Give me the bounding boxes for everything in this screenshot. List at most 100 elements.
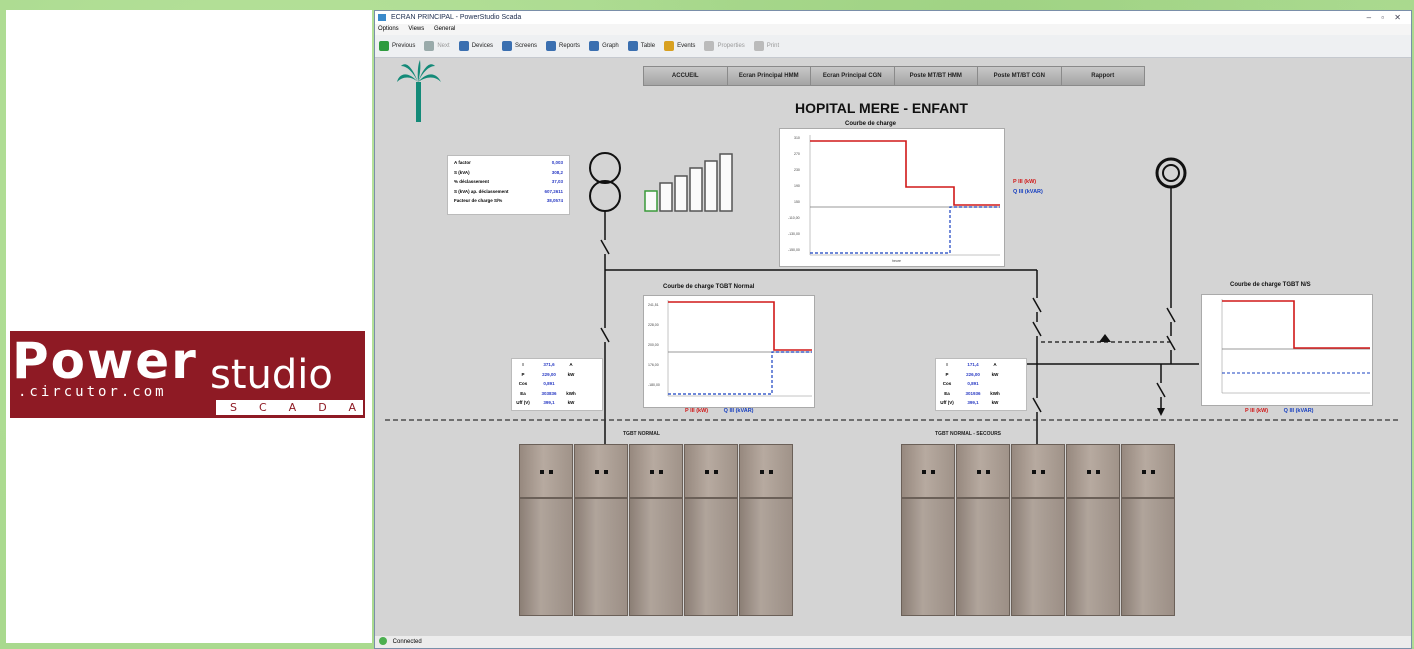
svg-text:228,00: 228,00: [648, 323, 659, 327]
indicator-light: [769, 470, 773, 474]
window-controls[interactable]: – ▫ ✕: [1367, 11, 1405, 24]
main-chart-legend: P III (kW) Q III (kVAR): [1013, 177, 1043, 197]
svg-text:230: 230: [794, 168, 800, 172]
menu-views[interactable]: Views: [408, 26, 424, 32]
generator-icon: [1155, 157, 1187, 218]
indicator-light: [986, 470, 990, 474]
meter-value: 301936: [965, 390, 981, 396]
back-arrow-icon: [379, 41, 389, 51]
events-button[interactable]: Events: [664, 41, 695, 51]
indicator-light: [760, 470, 764, 474]
meter-unit: [564, 379, 578, 389]
switchgear-cabinet: [519, 444, 573, 616]
cabinet-top: [957, 445, 1009, 499]
meter-row: P 229,00 kW: [512, 370, 602, 380]
meter-label: P: [945, 371, 949, 377]
toolbar-label: Screens: [515, 43, 538, 49]
print-button[interactable]: Print: [753, 41, 779, 51]
logo-url-text: .circutor.com: [18, 384, 167, 400]
next-button[interactable]: Next: [424, 41, 450, 51]
status-text: Connected: [392, 639, 422, 645]
switchgear-cabinet: [684, 444, 738, 616]
indicator-light: [604, 470, 608, 474]
events-icon: [664, 41, 675, 51]
main-load-chart: 310 270 230 190 150 -110,00 -130,00 -150…: [779, 128, 1005, 267]
indicator-light: [659, 470, 663, 474]
graph-button[interactable]: Graph: [589, 41, 619, 51]
properties-icon: [704, 41, 715, 51]
meter-value: 371,6: [543, 362, 555, 367]
indicator-light: [922, 470, 926, 474]
svg-text:heure: heure: [892, 259, 901, 263]
menu-options[interactable]: Options: [378, 26, 399, 32]
devices-button[interactable]: Devices: [458, 41, 494, 51]
table-button[interactable]: Table: [627, 41, 656, 51]
switchgear-cabinet: [1121, 444, 1175, 616]
toolbar-label: Graph: [602, 43, 619, 49]
cabinet-label-normal: TGBT NORMAL: [623, 431, 660, 437]
meter-row: Uff (V) 399,1 kW: [512, 398, 602, 408]
meter-unit: kW: [991, 400, 999, 405]
meter-unit: [988, 379, 1002, 389]
meter-label: Ea: [944, 390, 950, 396]
reports-button[interactable]: Reports: [546, 41, 580, 51]
ns-chart-plot: [1221, 299, 1370, 394]
cabinet-top: [630, 445, 682, 499]
meter-value: 171,4: [967, 362, 979, 367]
indicator-light: [714, 470, 718, 474]
toolbar-label: Reports: [559, 43, 581, 49]
menu-general[interactable]: General: [434, 26, 455, 32]
main-load-chart-plot: 310 270 230 190 150 -110,00 -130,00 -150…: [788, 135, 1000, 263]
ns-chart-title: Courbe de charge TGBT N/S: [1230, 282, 1311, 288]
graph-icon: [589, 41, 600, 51]
svg-text:150: 150: [794, 200, 800, 204]
screens-button[interactable]: Screens: [502, 41, 537, 51]
svg-text:270: 270: [794, 152, 800, 156]
meter-unit: kWh: [566, 390, 576, 396]
meter-label: P: [521, 371, 525, 377]
toolbar-label: Table: [640, 43, 656, 49]
toolbar-label: Properties: [717, 43, 745, 49]
indicator-light: [540, 470, 544, 474]
cabinet-top: [740, 445, 792, 499]
normal-chart-q-series: [668, 351, 812, 395]
meter-label: I: [522, 362, 524, 367]
meter-row: Ea 303836 kWh: [512, 389, 602, 399]
toolbar: Previous Next Devices Screens Reports Graph Ta…: [375, 35, 1411, 58]
svg-text:190: 190: [794, 184, 800, 188]
toolbar-label: Devices: [471, 43, 494, 49]
meter-row: I 371,6 A: [512, 360, 602, 370]
normal-chart-plot: 241,51 228,00 200,00 176,00 -180,00: [648, 300, 812, 397]
meter-label: Uff (V): [516, 400, 530, 405]
indicator-light: [1032, 470, 1036, 474]
indicator-light: [977, 470, 981, 474]
ns-chart-p-series: [1222, 300, 1370, 349]
legend-q: Q III (kVAR): [723, 408, 754, 414]
load-level-bars: [644, 153, 733, 212]
cabinet-top: [575, 445, 627, 499]
table-icon: [627, 41, 638, 51]
indicator-light: [549, 470, 553, 474]
properties-button[interactable]: Properties: [704, 41, 745, 51]
meter-label: Uff (V): [940, 400, 954, 405]
title-bar: ECRAN PRINCIPAL - PowerStudio Scada – ▫ …: [375, 11, 1411, 24]
switchgear-cabinet: [739, 444, 793, 616]
normal-chart-legend: P III (kW) Q III (kVAR): [685, 408, 754, 414]
main-chart-p-series: [810, 140, 1000, 206]
meter-unit: kWh: [990, 390, 1000, 396]
indicator-light: [650, 470, 654, 474]
app-icon: [378, 14, 386, 21]
ns-load-chart: [1201, 294, 1373, 406]
indicator-light: [1087, 470, 1091, 474]
meter-value: 229,00: [542, 371, 556, 377]
logo-power-text: Power: [12, 332, 198, 390]
meter-unit: kW: [567, 371, 575, 377]
meter-row: Uff (V) 399,1 kW: [936, 398, 1026, 408]
switchgear-cabinet: [1066, 444, 1120, 616]
cabinet-top: [1122, 445, 1174, 499]
switchgear-cabinet: [901, 444, 955, 616]
indicator-light: [1151, 470, 1155, 474]
switchgear-cabinet: [1011, 444, 1065, 616]
previous-button[interactable]: Previous: [379, 41, 415, 51]
indicator-light: [705, 470, 709, 474]
